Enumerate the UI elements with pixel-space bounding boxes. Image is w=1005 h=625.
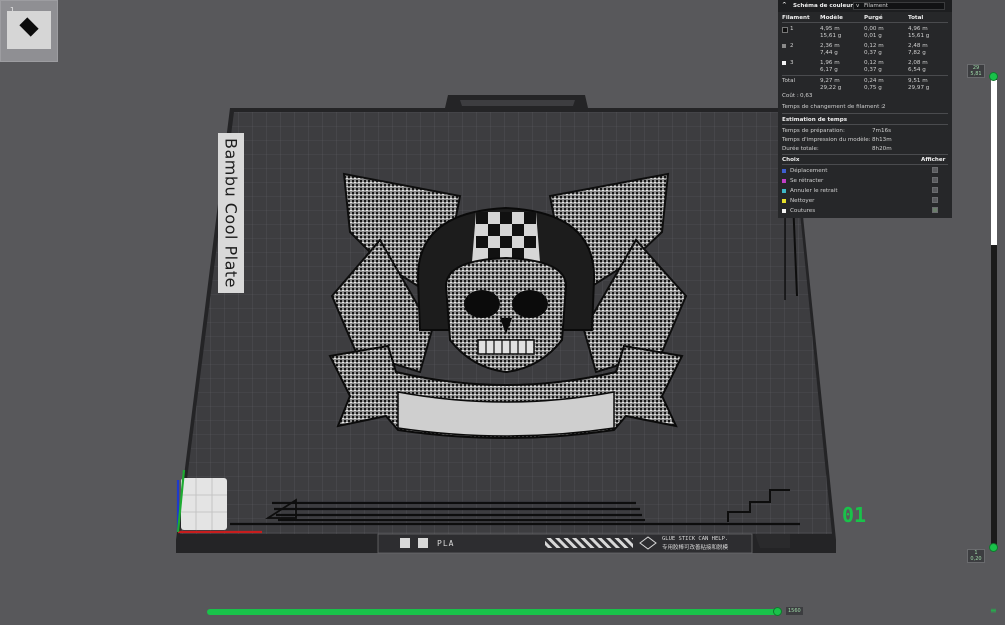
option-label: Nettoyer [790, 198, 815, 204]
total-model-g: 29,22 g [820, 85, 842, 91]
col-purged: Purgé [864, 15, 883, 21]
option-checkbox[interactable] [932, 197, 938, 203]
divider [782, 22, 948, 23]
filament-swatch [782, 61, 786, 65]
purged-g: 0,37 g [864, 50, 882, 56]
legend-swatch [782, 189, 786, 193]
choice-header: Choix [782, 157, 800, 163]
slice-stats-panel: ^ Schéma de couleur v Filament Filament … [778, 0, 952, 218]
print-time-value: 8h13m [872, 137, 892, 143]
filament-swatch [782, 44, 786, 48]
move-slider-track[interactable] [207, 609, 779, 615]
filament-id: 1 [790, 26, 794, 32]
divider [782, 164, 948, 165]
plate-name-label: Bambu Cool Plate [218, 133, 244, 293]
total-model-m: 9,27 m [820, 78, 840, 84]
layer-slider-bottom-handle[interactable] [989, 543, 998, 552]
total-g: 6,54 g [908, 67, 926, 73]
legend-swatch [782, 179, 786, 183]
layer-slider-top-label: 29 5,81 [967, 64, 985, 78]
purged-m: 0,00 m [864, 26, 884, 32]
move-slider-handle[interactable] [773, 607, 782, 616]
purged-m: 0,12 m [864, 60, 884, 66]
col-model: Modèle [820, 15, 843, 21]
change-time-label: Temps de changement de filament : [782, 104, 883, 110]
plate-glue-note-cn: 专用胶棒可改善粘接和脱模 [662, 545, 729, 551]
option-label: Déplacement [790, 168, 828, 174]
print-model-skull[interactable] [328, 172, 688, 439]
color-scheme-value: Filament [864, 3, 888, 9]
legend-swatch [782, 169, 786, 173]
model-g: 6,17 g [820, 67, 838, 73]
prep-time-value: 7m16s [872, 128, 892, 134]
cost-value: 0,63 [800, 93, 813, 99]
option-label: Coutures [790, 208, 816, 214]
layer-slider-lower [991, 395, 997, 540]
option-checkbox[interactable] [932, 187, 938, 193]
time-estimate-title: Estimation de temps [782, 117, 848, 123]
col-filament: Filament [782, 15, 810, 21]
model-m: 4,95 m [820, 26, 840, 32]
total-total-m: 9,51 m [908, 78, 928, 84]
divider [782, 75, 948, 76]
total-purged-g: 0,75 g [864, 85, 882, 91]
divider [782, 154, 948, 155]
print-time-label: Temps d'impression du modèle: [782, 137, 871, 143]
total-m: 4,96 m [908, 26, 928, 32]
change-time-value: 2 [882, 104, 886, 110]
layer-slider-bottom-label: 1 0,20 [967, 549, 985, 563]
option-label: Annuler le retrait [790, 188, 838, 194]
show-header: Afficher [921, 157, 946, 163]
total-time-value: 8h20m [872, 146, 892, 152]
thumbnail-diamond-icon [19, 17, 39, 37]
prep-time-label: Temps de préparation: [782, 128, 845, 134]
model-g: 7,44 g [820, 50, 838, 56]
divider [782, 124, 948, 125]
divider [782, 113, 948, 114]
layer-slider-range [991, 80, 997, 245]
plate-name-text: Bambu Cool Plate [221, 137, 241, 289]
layer-slider-top-handle[interactable] [989, 72, 998, 81]
legend-swatch [782, 209, 786, 213]
option-label: Se rétracter [790, 178, 824, 184]
purged-g: 0,37 g [864, 67, 882, 73]
plate-glue-note: GLUE STICK CAN HELP. [662, 536, 729, 542]
plate-thumbnail[interactable]: 1 [0, 0, 58, 62]
total-m: 2,08 m [908, 60, 928, 66]
plate-material-label: PLA [437, 539, 455, 548]
purged-m: 0,12 m [864, 43, 884, 49]
total-total-g: 29,97 g [908, 85, 930, 91]
layers-menu-icon[interactable]: ≡ [990, 606, 997, 615]
total-time-label: Durée totale: [782, 146, 819, 152]
total-m: 2,48 m [908, 43, 928, 49]
model-m: 2,36 m [820, 43, 840, 49]
purged-g: 0,01 g [864, 33, 882, 39]
option-checkbox[interactable] [932, 167, 938, 173]
cost-label: Coût : [782, 93, 799, 99]
model-g: 15,61 g [820, 33, 842, 39]
col-total: Total [908, 15, 924, 21]
thumbnail-preview [7, 11, 51, 49]
total-purged-m: 0,24 m [864, 78, 884, 84]
model-m: 1,96 m [820, 60, 840, 66]
collapse-icon[interactable]: ^ [782, 2, 787, 8]
filament-id: 3 [790, 60, 794, 66]
total-label: Total [782, 78, 796, 84]
chevron-down-icon: v [856, 3, 860, 9]
filament-swatch [782, 27, 788, 33]
total-g: 15,61 g [908, 33, 930, 39]
legend-swatch [782, 199, 786, 203]
plate-number: 01 [842, 503, 867, 527]
total-g: 7,82 g [908, 50, 926, 56]
filament-id: 2 [790, 43, 794, 49]
color-scheme-title: Schéma de couleur [793, 3, 854, 9]
option-checkbox[interactable] [932, 177, 938, 183]
move-slider-label: 1560 [786, 607, 803, 615]
option-checkbox-checked[interactable] [932, 207, 938, 213]
